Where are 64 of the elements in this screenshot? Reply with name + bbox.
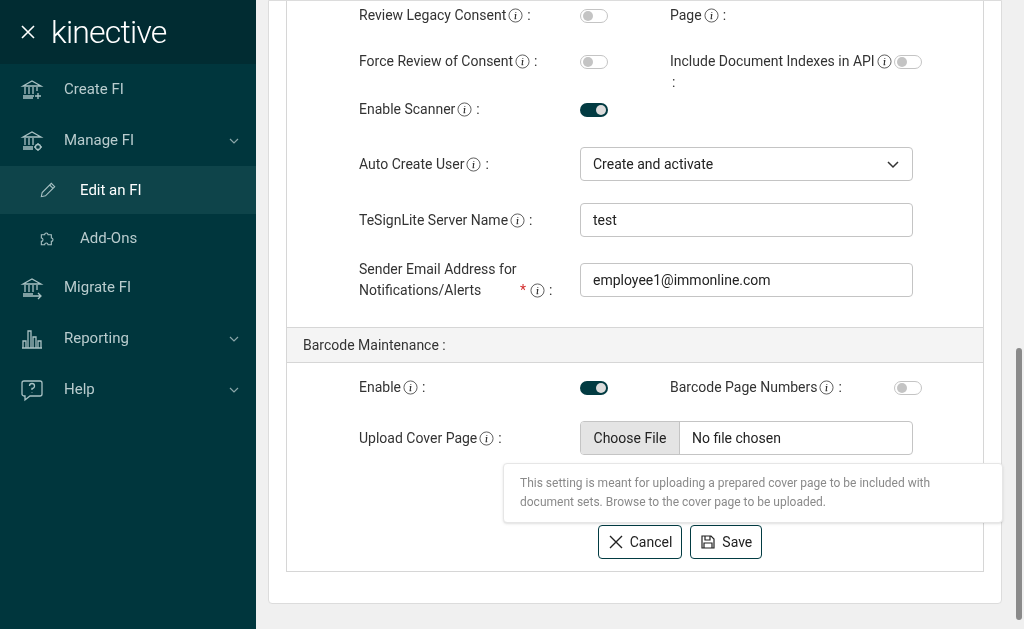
info-icon[interactable]: [515, 54, 531, 69]
label-colon: :: [722, 6, 727, 25]
sidebar-item[interactable]: Migrate FI: [0, 262, 256, 313]
label-colon: :: [485, 154, 489, 174]
label-colon: :: [838, 378, 842, 397]
info-icon[interactable]: [508, 8, 524, 23]
label-colon: :: [476, 100, 480, 119]
toggle-switch[interactable]: [894, 381, 922, 395]
file-input[interactable]: Choose File No file chosen: [580, 421, 913, 455]
sidebar-subitem[interactable]: Edit an FI: [0, 166, 256, 214]
tooltip: This setting is meant for uploading a prepared cover page to be included with document sets. Browse to the cover page to be uploaded.: [503, 463, 1003, 523]
file-name: No file chosen: [692, 428, 781, 448]
field-label: Enable Scanner: [359, 100, 456, 119]
label-colon: :: [529, 210, 533, 230]
info-icon[interactable]: [510, 212, 526, 228]
choose-file-button[interactable]: Choose File: [581, 422, 680, 454]
info-icon[interactable]: [457, 102, 473, 117]
field-label: Include Document Indexes in API: [670, 52, 875, 71]
save-button[interactable]: Save: [690, 525, 763, 559]
label-colon: :: [527, 6, 531, 25]
sidebar-subitem[interactable]: Add-Ons: [0, 214, 256, 262]
info-icon[interactable]: [403, 380, 418, 395]
label-colon: :: [534, 52, 538, 71]
section-header: Barcode Maintenance :: [287, 327, 983, 363]
info-icon[interactable]: [819, 380, 835, 395]
toggle-switch[interactable]: [894, 55, 922, 69]
scrollbar[interactable]: [1016, 348, 1022, 620]
sidebar-item[interactable]: Reporting: [0, 313, 256, 364]
label-colon: :: [549, 281, 553, 300]
toggle-switch[interactable]: [580, 103, 608, 117]
field-label: Force Review of Consent: [359, 52, 514, 71]
field-label: Enable: [359, 378, 401, 397]
field-label: Review Legacy Consent: [359, 6, 507, 25]
field-label: Barcode Page Numbers: [670, 378, 818, 397]
text-field[interactable]: test: [580, 203, 913, 237]
info-icon[interactable]: [703, 8, 719, 23]
cancel-button[interactable]: Cancel: [597, 525, 683, 559]
info-icon[interactable]: [530, 283, 546, 298]
toggle-switch[interactable]: [580, 381, 608, 395]
info-icon[interactable]: [479, 430, 495, 446]
text-field[interactable]: employee1@immonline.com: [580, 263, 913, 297]
dropdown-field[interactable]: Create and activate: [580, 147, 913, 181]
sidebar-item[interactable]: Manage FI: [0, 115, 256, 166]
pencil-icon: [38, 180, 58, 200]
label-colon: :: [422, 378, 426, 397]
field-label: Upload Cover Page: [359, 428, 478, 448]
field-label: TeSignLite Server Name: [359, 210, 509, 230]
close-icon[interactable]: [20, 24, 36, 40]
info-icon[interactable]: [876, 54, 892, 69]
sidebar-item[interactable]: Help: [0, 364, 256, 415]
toggle-switch[interactable]: [580, 9, 608, 23]
label-colon: :: [498, 428, 502, 448]
help-icon: [20, 377, 44, 402]
field-label: Page: [670, 6, 702, 25]
field-label: Auto Create User: [359, 154, 465, 174]
sidebar-item[interactable]: Create FI: [0, 64, 256, 115]
close-icon: [607, 534, 624, 550]
field-label: Sender Email Address for Notifications/Alerts: [359, 260, 518, 300]
label-colon: :: [672, 73, 676, 92]
required-asterisk: *: [520, 281, 527, 300]
info-icon[interactable]: [466, 156, 482, 172]
logo-text: kinective: [51, 16, 167, 48]
save-icon: [700, 534, 717, 550]
toggle-switch[interactable]: [580, 55, 608, 69]
